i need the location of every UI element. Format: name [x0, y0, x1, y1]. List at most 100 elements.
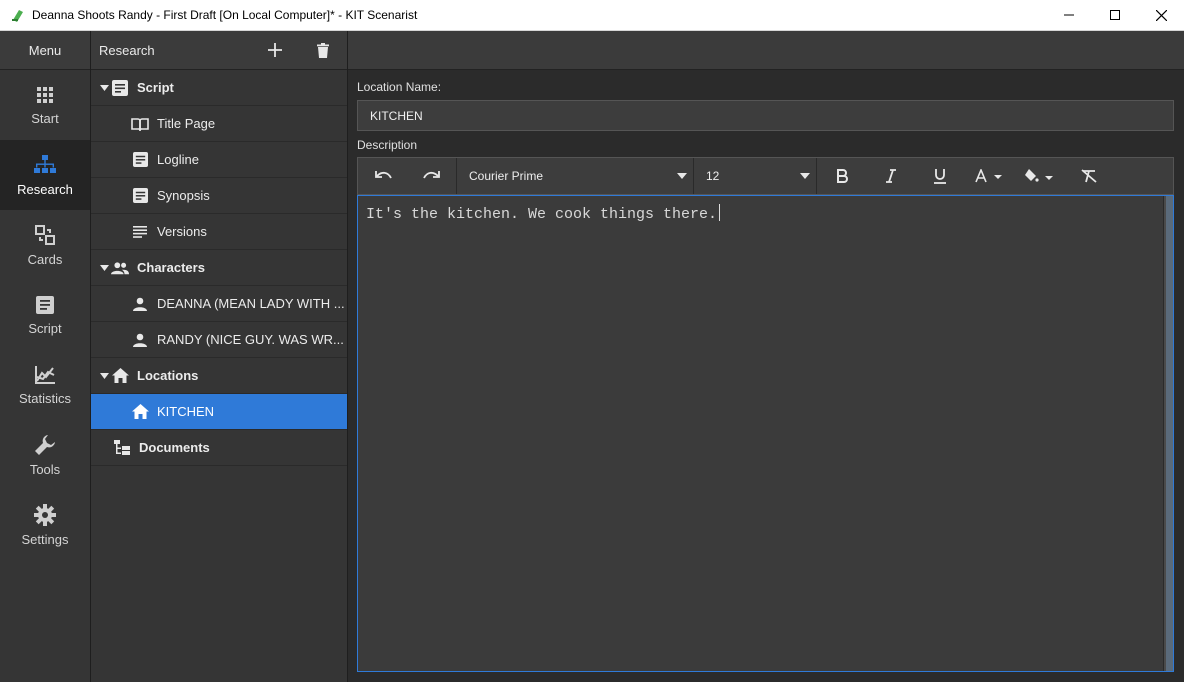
- document-icon: [111, 79, 129, 97]
- close-button[interactable]: [1138, 0, 1184, 31]
- tree-item-versions[interactable]: Versions: [91, 214, 347, 250]
- gear-icon: [34, 503, 56, 526]
- description-text: It's the kitchen. We cook things there.: [366, 206, 718, 223]
- delete-item-button[interactable]: [299, 31, 347, 69]
- menu-button[interactable]: Menu: [0, 31, 90, 70]
- text-color-button[interactable]: [964, 158, 1014, 194]
- description-editor[interactable]: It's the kitchen. We cook things there.: [357, 195, 1174, 672]
- nav-label: Start: [31, 110, 59, 126]
- close-icon: [1155, 9, 1167, 21]
- home-icon: [111, 367, 129, 385]
- maximize-icon: [1110, 10, 1120, 20]
- redo-button[interactable]: [407, 158, 456, 194]
- tree-item-label: Documents: [139, 440, 210, 455]
- tree-item-script[interactable]: Script: [91, 70, 347, 106]
- tree-item-character-deanna[interactable]: DEANNA (MEAN LADY WITH ...: [91, 286, 347, 322]
- paint-bucket-icon: [1025, 169, 1053, 182]
- people-icon: [111, 259, 129, 277]
- grid-icon: [37, 86, 53, 103]
- expand-caret-icon[interactable]: [93, 264, 111, 271]
- expand-caret-icon[interactable]: [93, 372, 111, 379]
- nav-item-script[interactable]: Script: [0, 280, 90, 350]
- font-size-select[interactable]: 12: [694, 158, 816, 194]
- chevron-down-icon: [800, 173, 810, 179]
- expand-caret-icon[interactable]: [93, 84, 111, 91]
- research-tree-panel: Research Script Title Page Logline Synop…: [91, 31, 348, 682]
- tree-item-label: Script: [137, 80, 174, 95]
- bold-icon: [836, 169, 848, 183]
- vertical-scrollbar[interactable]: [1163, 196, 1173, 671]
- folder-tree-icon: [113, 439, 131, 457]
- redo-icon: [422, 171, 440, 179]
- home-icon: [131, 403, 149, 421]
- nav-label: Tools: [29, 461, 61, 477]
- nav-item-research[interactable]: Research: [0, 140, 90, 210]
- document-icon: [131, 151, 149, 169]
- nav-sidebar: Menu Start Research Cards Script Statist…: [0, 31, 91, 682]
- nav-item-start[interactable]: Start: [0, 70, 90, 140]
- text-format-toolbar: Courier Prime 12: [357, 157, 1174, 195]
- cards-icon: [35, 224, 55, 245]
- trash-icon: [317, 42, 329, 58]
- tree-item-characters[interactable]: Characters: [91, 250, 347, 286]
- tree-item-label: Characters: [137, 260, 205, 275]
- app-icon: [12, 10, 23, 22]
- title-bar: Deanna Shoots Randy - First Draft [On Lo…: [0, 0, 1184, 31]
- tree-item-location-kitchen[interactable]: KITCHEN: [91, 394, 347, 430]
- clear-format-icon: [1080, 169, 1097, 183]
- location-name-input[interactable]: KITCHEN: [357, 100, 1174, 131]
- editor-header-strip: [348, 31, 1184, 70]
- italic-button[interactable]: [866, 158, 915, 194]
- add-item-button[interactable]: [251, 31, 299, 69]
- lines-icon: [131, 223, 149, 241]
- nav-label: Settings: [21, 531, 69, 547]
- font-family-value: Courier Prime: [469, 169, 544, 183]
- maximize-button[interactable]: [1092, 0, 1138, 31]
- nav-label: Script: [28, 320, 62, 336]
- undo-icon: [374, 171, 392, 179]
- person-icon: [131, 331, 149, 349]
- book-icon: [131, 115, 149, 133]
- font-size-value: 12: [706, 169, 720, 183]
- tree-item-label: Title Page: [157, 116, 216, 131]
- tree-item-character-randy[interactable]: RANDY (NICE GUY. WAS WR...: [91, 322, 347, 358]
- underline-icon: [933, 169, 946, 184]
- nav-item-statistics[interactable]: Statistics: [0, 350, 90, 420]
- tree-item-logline[interactable]: Logline: [91, 142, 347, 178]
- window-title: Deanna Shoots Randy - First Draft [On Lo…: [32, 8, 418, 22]
- tree-item-documents[interactable]: Documents: [91, 430, 347, 466]
- text-color-icon: [975, 169, 1002, 183]
- tree-item-title-page[interactable]: Title Page: [91, 106, 347, 142]
- minimize-button[interactable]: [1046, 0, 1092, 31]
- tree-item-locations[interactable]: Locations: [91, 358, 347, 394]
- tree-item-label: Logline: [157, 152, 199, 167]
- font-family-select[interactable]: Courier Prime: [457, 158, 693, 194]
- location-name-label: Location Name:: [357, 80, 442, 94]
- document-icon: [131, 187, 149, 205]
- nav-item-settings[interactable]: Settings: [0, 490, 90, 560]
- underline-button[interactable]: [915, 158, 964, 194]
- nav-label: Statistics: [18, 390, 71, 406]
- nav-label: Research: [17, 181, 73, 197]
- wrench-icon: [35, 434, 55, 455]
- tree-item-label: Versions: [157, 224, 207, 239]
- nav-item-cards[interactable]: Cards: [0, 210, 90, 280]
- tree-header-title: Research: [99, 42, 155, 58]
- undo-button[interactable]: [358, 158, 407, 194]
- tree-item-label: DEANNA (MEAN LADY WITH ...: [157, 296, 345, 311]
- description-text-line: It's the kitchen. We cook things there.: [366, 204, 721, 223]
- scrollbar-thumb[interactable]: [1166, 196, 1173, 671]
- background-color-button[interactable]: [1014, 158, 1064, 194]
- menu-label: Menu: [28, 42, 62, 58]
- tree-header: Research: [91, 31, 347, 70]
- tree-item-label: Locations: [137, 368, 199, 383]
- person-icon: [131, 295, 149, 313]
- hierarchy-icon: [34, 154, 56, 173]
- tree-item-label: Synopsis: [157, 188, 210, 203]
- bold-button[interactable]: [817, 158, 866, 194]
- nav-label: Cards: [27, 251, 63, 267]
- tree-item-synopsis[interactable]: Synopsis: [91, 178, 347, 214]
- minimize-icon: [1064, 14, 1074, 16]
- nav-item-tools[interactable]: Tools: [0, 420, 90, 490]
- clear-format-button[interactable]: [1064, 158, 1113, 194]
